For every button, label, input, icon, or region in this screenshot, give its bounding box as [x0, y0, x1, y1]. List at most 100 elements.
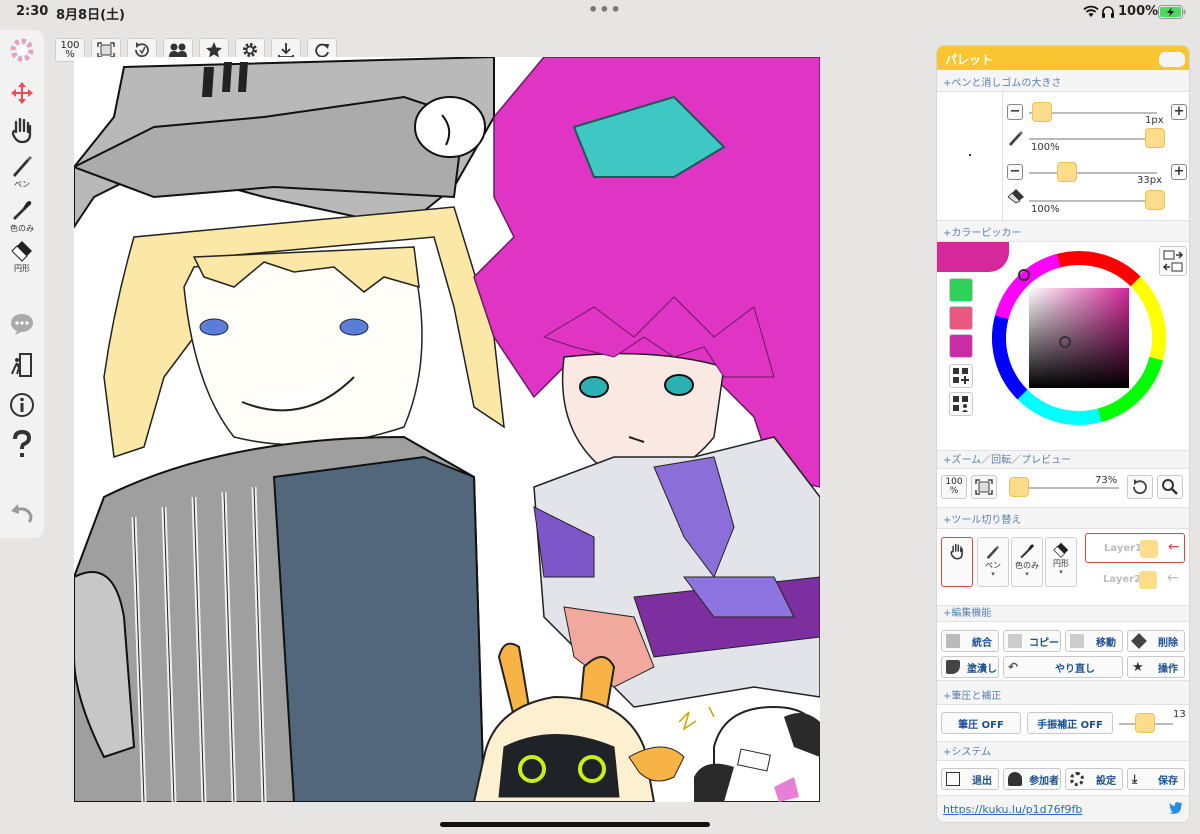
color-wheel-tool[interactable]: [4, 38, 40, 62]
drawing-canvas[interactable]: [74, 57, 820, 802]
eraser-size-increase-button[interactable]: +: [1171, 164, 1187, 180]
pen-opacity-slider-knob[interactable]: [1145, 128, 1165, 148]
shape-tool[interactable]: 円形: [4, 240, 40, 274]
hand-icon: [950, 543, 963, 560]
grid-add-icon: [953, 368, 969, 384]
copy-button[interactable]: コピー: [1003, 630, 1061, 652]
fill-bucket-icon: [946, 660, 960, 674]
zoom-100-palette-button[interactable]: 100 %: [941, 475, 967, 499]
delete-button[interactable]: 削除: [1127, 630, 1185, 652]
help-button[interactable]: [4, 430, 40, 460]
pen-tool-label: ペン: [14, 180, 30, 189]
add-swatch-button[interactable]: [949, 364, 973, 388]
layer-2-name: Layer2: [1103, 574, 1142, 585]
shape-palette-button[interactable]: 円形 ▾: [1045, 537, 1077, 587]
layer-row-2[interactable]: Layer2 ←: [1085, 565, 1185, 595]
copy-icon: [1008, 634, 1022, 648]
system-section: 退出 参加者 設定 ⤓ 保存: [937, 760, 1189, 796]
eyedropper-tool[interactable]: 色のみ: [4, 198, 40, 234]
section-pen-eraser-size[interactable]: +ペンと消しゴムの大きさ: [943, 74, 1061, 89]
pen-palette-arrow: ▾: [991, 570, 995, 578]
participants-palette-button[interactable]: 参加者: [1003, 768, 1061, 790]
merge-button[interactable]: 統合: [941, 630, 999, 652]
pen-palette-button[interactable]: ペン ▾: [977, 537, 1009, 587]
grid-person-icon: [953, 396, 968, 412]
color-swatch-magenta[interactable]: [949, 334, 973, 358]
pen-tool[interactable]: ペン: [4, 154, 40, 190]
room-url-link[interactable]: https://kuku.lu/p1d76f9fb: [943, 803, 1082, 816]
section-color-picker[interactable]: +カラーピッカー: [943, 224, 1021, 239]
twitter-icon[interactable]: [1169, 802, 1183, 814]
pen-size-slider-knob[interactable]: [1032, 102, 1052, 122]
pen-size-increase-button[interactable]: +: [1171, 104, 1187, 120]
color-swatch-pink[interactable]: [949, 306, 973, 330]
eraser-small-icon: [1007, 189, 1024, 204]
color-swatch-green[interactable]: [949, 278, 973, 302]
question-mark-icon: [13, 430, 32, 457]
preview-button[interactable]: [1157, 475, 1183, 499]
palette-collapse-toggle[interactable]: [1159, 52, 1185, 67]
palette-manage-button[interactable]: [949, 392, 973, 416]
undo-button[interactable]: [4, 502, 40, 524]
eraser-opacity-slider-track[interactable]: [1029, 200, 1157, 202]
pressure-toggle-button[interactable]: 筆圧 OFF: [941, 712, 1021, 734]
hand-tool-palette-button[interactable]: [941, 537, 973, 587]
pen-small-icon: [1009, 131, 1023, 146]
eyedropper-palette-button[interactable]: 色のみ ▾: [1011, 537, 1043, 587]
fill-button[interactable]: 塗潰し: [941, 656, 999, 678]
hand-tool[interactable]: [4, 116, 40, 144]
move-button[interactable]: 移動: [1065, 630, 1123, 652]
eraser-size-slider-track[interactable]: [1029, 172, 1157, 174]
eyedropper-tool-label: 色のみ: [10, 224, 34, 233]
eraser-opacity-slider-knob[interactable]: [1145, 190, 1165, 210]
info-button[interactable]: [4, 392, 40, 418]
eyedropper-icon: [1020, 544, 1034, 559]
exit-room-button[interactable]: [4, 352, 40, 378]
status-bar: 2:30 8月8日(土) ••• 100%: [0, 0, 1200, 24]
redo-palette-button[interactable]: ↶ やり直し: [1003, 656, 1123, 678]
eyedropper-palette-arrow: ▾: [1025, 570, 1029, 578]
eraser-opacity-value: 100%: [1031, 204, 1060, 215]
save-button[interactable]: ⤓ 保存: [1127, 768, 1185, 790]
layer-2-visibility-knob[interactable]: [1139, 571, 1157, 589]
stabilizer-toggle-button[interactable]: 手振補正 OFF: [1027, 712, 1113, 734]
copy-label: コピー: [1029, 637, 1059, 649]
palette-header[interactable]: パレット: [937, 46, 1189, 70]
pen-opacity-value: 100%: [1031, 142, 1060, 153]
layer-1-name: Layer1: [1104, 543, 1143, 554]
undo-icon: [11, 504, 33, 524]
operation-button[interactable]: ★ 操作: [1127, 656, 1185, 678]
home-indicator[interactable]: [440, 822, 710, 827]
delete-icon: [1131, 633, 1147, 649]
chat-bubble-icon: [11, 314, 33, 335]
fit-screen-palette-button[interactable]: [971, 475, 997, 499]
multitasking-dots[interactable]: •••: [588, 0, 622, 19]
pen-icon: [13, 156, 32, 177]
redo-palette-label: やり直し: [1055, 663, 1095, 675]
section-tool-switch[interactable]: +ツール切り替え: [943, 511, 1021, 526]
zoom-rotate-section: 100 % 73%: [937, 468, 1189, 508]
zoom-slider-knob[interactable]: [1009, 477, 1029, 497]
pen-opacity-slider-track[interactable]: [1029, 138, 1157, 140]
hue-ring-color-picker[interactable]: [987, 246, 1171, 430]
eraser-size-slider-knob[interactable]: [1057, 162, 1077, 182]
move-tool[interactable]: [4, 80, 40, 106]
star-icon: ★: [1132, 660, 1144, 675]
layer-1-visibility-knob[interactable]: [1140, 540, 1158, 558]
section-edit[interactable]: +編集機能: [943, 604, 991, 619]
layer-row-1[interactable]: Layer1 ←: [1085, 533, 1185, 563]
hand-icon: [11, 117, 32, 144]
exit-button[interactable]: 退出: [941, 768, 999, 790]
color-sync-button[interactable]: [1159, 246, 1187, 276]
color-picker-section: [937, 241, 1189, 451]
chat-button[interactable]: [4, 312, 40, 336]
pen-size-decrease-button[interactable]: −: [1007, 104, 1023, 120]
rotate-reset-palette-button[interactable]: [1127, 475, 1153, 499]
exit-label: 退出: [972, 775, 992, 787]
stabilizer-slider-knob[interactable]: [1135, 713, 1155, 733]
section-system[interactable]: +システム: [943, 743, 991, 758]
settings-palette-button[interactable]: 設定: [1065, 768, 1123, 790]
section-zoom-rotate[interactable]: +ズーム／回転／プレビュー: [943, 451, 1071, 466]
eraser-size-decrease-button[interactable]: −: [1007, 164, 1023, 180]
section-pressure[interactable]: +筆圧と補正: [943, 687, 1001, 702]
